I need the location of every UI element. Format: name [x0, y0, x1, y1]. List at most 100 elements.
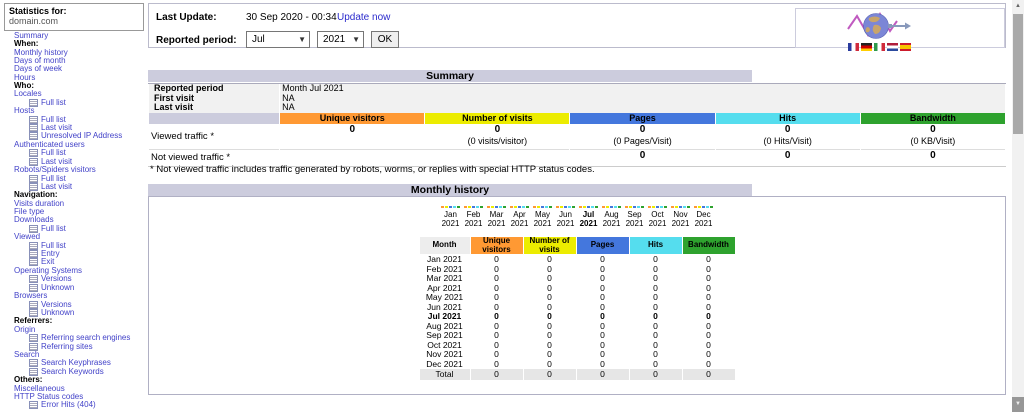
bar-stub-icon — [533, 206, 536, 208]
monthly-header-pages: Pages — [577, 237, 629, 254]
chart-year-label: 2021 — [600, 219, 623, 228]
statistics-for-label: Statistics for: — [9, 6, 139, 16]
chart-month-dec-2021: Dec2021 — [692, 206, 715, 228]
sidebar-item-operating-systems[interactable]: Operating Systems — [0, 267, 148, 275]
spanish-flag-icon[interactable] — [900, 43, 911, 51]
table-row: Last visit NA — [149, 103, 1005, 113]
year-select[interactable]: 2021 ▼ — [317, 31, 364, 48]
german-flag-icon[interactable] — [861, 43, 872, 51]
value-cell: 0 — [524, 284, 576, 293]
bar-stub-icon — [671, 206, 674, 208]
zero-bars — [646, 206, 669, 209]
scrollbar-thumb[interactable] — [1013, 14, 1023, 134]
monthly-table-header-row: MonthUnique visitorsNumber of visitsPage… — [420, 237, 735, 254]
year-select-value: 2021 — [323, 34, 345, 45]
sidebar-item-label: Hosts — [14, 106, 34, 115]
sidebar-item-authenticated-users[interactable]: Authenticated users — [0, 141, 148, 149]
zero-bars — [669, 206, 692, 209]
value-cell: 0 — [524, 331, 576, 340]
chart-year-label: 2021 — [485, 219, 508, 228]
table-row: Dec 202100000 — [420, 360, 735, 369]
month-select[interactable]: Jul ▼ — [246, 31, 310, 48]
zero-bars — [462, 206, 485, 209]
chart-month-nov-2021: Nov2021 — [669, 206, 692, 228]
chart-year-label: 2021 — [508, 219, 531, 228]
bar-stub-icon — [587, 206, 590, 208]
sidebar-item-downloads[interactable]: Downloads — [0, 216, 148, 224]
sidebar-item-hosts[interactable]: Hosts — [0, 107, 148, 115]
bar-stub-icon — [568, 206, 571, 208]
monthly-header-bandwidth: Bandwidth — [683, 237, 735, 254]
sidebar-item-error-hits-404[interactable]: Error Hits (404) — [0, 401, 148, 409]
chart-month-label: Oct — [646, 210, 669, 219]
table-row: Nov 202100000 — [420, 350, 735, 359]
value-cell: 0 — [577, 312, 629, 321]
dutch-flag-icon[interactable] — [887, 43, 898, 51]
bar-stub-icon — [652, 206, 655, 208]
sidebar-item-full-list[interactable]: Full list — [0, 175, 148, 183]
bar-stub-icon — [683, 206, 686, 208]
menu-bullet-icon — [29, 250, 38, 258]
bar-stub-icon — [468, 206, 471, 208]
month-cell: Jan 2021 — [420, 255, 470, 264]
value-cell: 0 — [577, 265, 629, 274]
italian-flag-icon[interactable] — [874, 43, 885, 51]
scrollbar-down-arrow-icon[interactable]: ▼ — [1012, 397, 1024, 412]
sidebar-item-locales[interactable]: Locales — [0, 90, 148, 98]
value-cell: 0 — [577, 322, 629, 331]
sidebar-item-viewed[interactable]: Viewed — [0, 233, 148, 241]
sidebar-item-full-list[interactable]: Full list — [0, 242, 148, 250]
update-now-link[interactable]: Update now — [337, 12, 390, 23]
table-row: Oct 202100000 — [420, 341, 735, 350]
month-cell: Jul 2021 — [420, 312, 470, 321]
chart-year-label: 2021 — [692, 219, 715, 228]
value-cell: 0 — [630, 360, 682, 369]
scrollbar-up-arrow-icon[interactable]: ▲ — [1012, 0, 1024, 12]
reported-period-label: Reported period: — [156, 35, 237, 46]
sidebar: Statistics for: domain.com SummaryWhen:M… — [0, 0, 148, 412]
bar-stub-icon — [595, 206, 598, 208]
chart-month-jan-2021: Jan2021 — [439, 206, 462, 228]
total-value-cell: 0 — [683, 369, 735, 380]
zero-bars — [692, 206, 715, 209]
chart-year-label: 2021 — [577, 219, 600, 228]
bar-stub-icon — [706, 206, 709, 208]
zero-bars — [485, 206, 508, 209]
ok-button[interactable]: OK — [371, 31, 399, 48]
bar-stub-icon — [491, 206, 494, 208]
menu-bullet-icon — [29, 301, 38, 309]
sidebar-item-entry[interactable]: Entry — [0, 250, 148, 258]
sidebar-item-full-list[interactable]: Full list — [0, 116, 148, 124]
value-cell: 0 — [524, 293, 576, 302]
bar-stub-icon — [664, 206, 667, 208]
bar-stub-icon — [464, 206, 467, 208]
vertical-scrollbar[interactable]: ▲ ▼ — [1012, 0, 1024, 412]
last-update-label: Last Update: — [156, 12, 217, 23]
bar-stub-icon — [441, 206, 444, 208]
value-cell: 0 — [683, 303, 735, 312]
value-cell: 0 — [630, 350, 682, 359]
menu-bullet-icon — [29, 334, 38, 342]
sidebar-item-robots-spiders-visitors[interactable]: Robots/Spiders visitors — [0, 166, 148, 174]
language-flags — [848, 43, 911, 51]
chart-month-label: May — [531, 210, 554, 219]
not-viewed-traffic-row: Not viewed traffic * 0 0 0 — [149, 149, 1005, 166]
bar-stub-icon — [476, 206, 479, 208]
value-cell: 0 — [577, 293, 629, 302]
sidebar-item-full-list[interactable]: Full list — [0, 149, 148, 157]
french-flag-icon[interactable] — [848, 43, 859, 51]
bar-stub-icon — [618, 206, 621, 208]
bar-stub-icon — [637, 206, 640, 208]
bar-stub-icon — [526, 206, 529, 208]
bar-stub-icon — [472, 206, 475, 208]
sidebar-item-browsers[interactable]: Browsers — [0, 292, 148, 300]
menu-bullet-icon — [29, 359, 38, 367]
sidebar-item-label: Error Hits (404) — [41, 400, 96, 409]
value-cell: 0 — [683, 341, 735, 350]
value-cell: 0 — [471, 284, 523, 293]
chart-month-may-2021: May2021 — [531, 206, 554, 228]
value-cell: 0 — [524, 360, 576, 369]
bar-stub-icon — [602, 206, 605, 208]
bar-stub-icon — [710, 206, 713, 208]
not-viewed-footnote: * Not viewed traffic includes traffic ge… — [150, 164, 595, 175]
